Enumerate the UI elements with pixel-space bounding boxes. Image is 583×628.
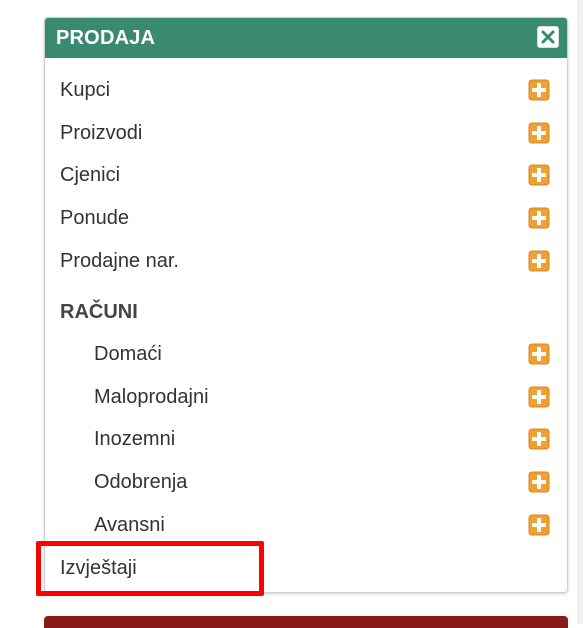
plus-icon[interactable] [528,514,550,536]
plus-icon[interactable] [528,386,550,408]
plus-icon[interactable] [528,122,550,144]
menu-item-label: Kupci [60,79,111,101]
menu-item-label: Odobrenja [94,471,188,493]
panel-title: PRODAJA [56,27,156,49]
close-icon [541,30,555,44]
menu-item-cjenici[interactable]: Cjenici [60,160,567,190]
plus-icon[interactable] [528,428,550,450]
panel-header: PRODAJA [45,18,567,58]
menu-item-prodajne-nar[interactable]: Prodajne nar. [60,246,567,276]
plus-icon[interactable] [528,164,550,186]
prodaja-panel: PRODAJA Kupci Proizvodi Cjenici Ponude P… [44,17,568,593]
menu-item-label: Cjenici [60,164,121,186]
plus-icon[interactable] [528,343,550,365]
menu-item-avansni[interactable]: Avansni [94,510,567,540]
menu-item-domaci[interactable]: Domaći [94,339,567,369]
close-button[interactable] [537,26,559,48]
menu-item-label: Proizvodi [60,122,143,144]
menu-item-label: Avansni [94,514,165,536]
next-panel-header [44,616,568,628]
menu-item-label: Izvještaji [60,557,137,579]
menu-item-label: Inozemni [94,428,176,450]
plus-icon[interactable] [528,250,550,272]
plus-icon[interactable] [528,207,550,229]
menu-item-odobrenja[interactable]: Odobrenja [94,467,567,497]
menu-item-label: Ponude [60,207,129,229]
scrollbar[interactable] [577,0,583,624]
menu-item-proizvodi[interactable]: Proizvodi [60,118,567,148]
menu-item-ponude[interactable]: Ponude [60,203,567,233]
plus-icon[interactable] [528,471,550,493]
menu-item-kupci[interactable]: Kupci [60,75,567,105]
menu-item-label: Prodajne nar. [60,250,179,272]
section-heading-racuni: RAČUNI [60,301,138,323]
menu-item-maloprodajni[interactable]: Maloprodajni [94,382,567,412]
menu-item-label: Domaći [94,343,162,365]
menu-item-izvjestaji[interactable]: Izvještaji [60,553,567,583]
menu-item-inozemni[interactable]: Inozemni [94,424,567,454]
menu-item-label: Maloprodajni [94,386,209,408]
plus-icon[interactable] [528,79,550,101]
